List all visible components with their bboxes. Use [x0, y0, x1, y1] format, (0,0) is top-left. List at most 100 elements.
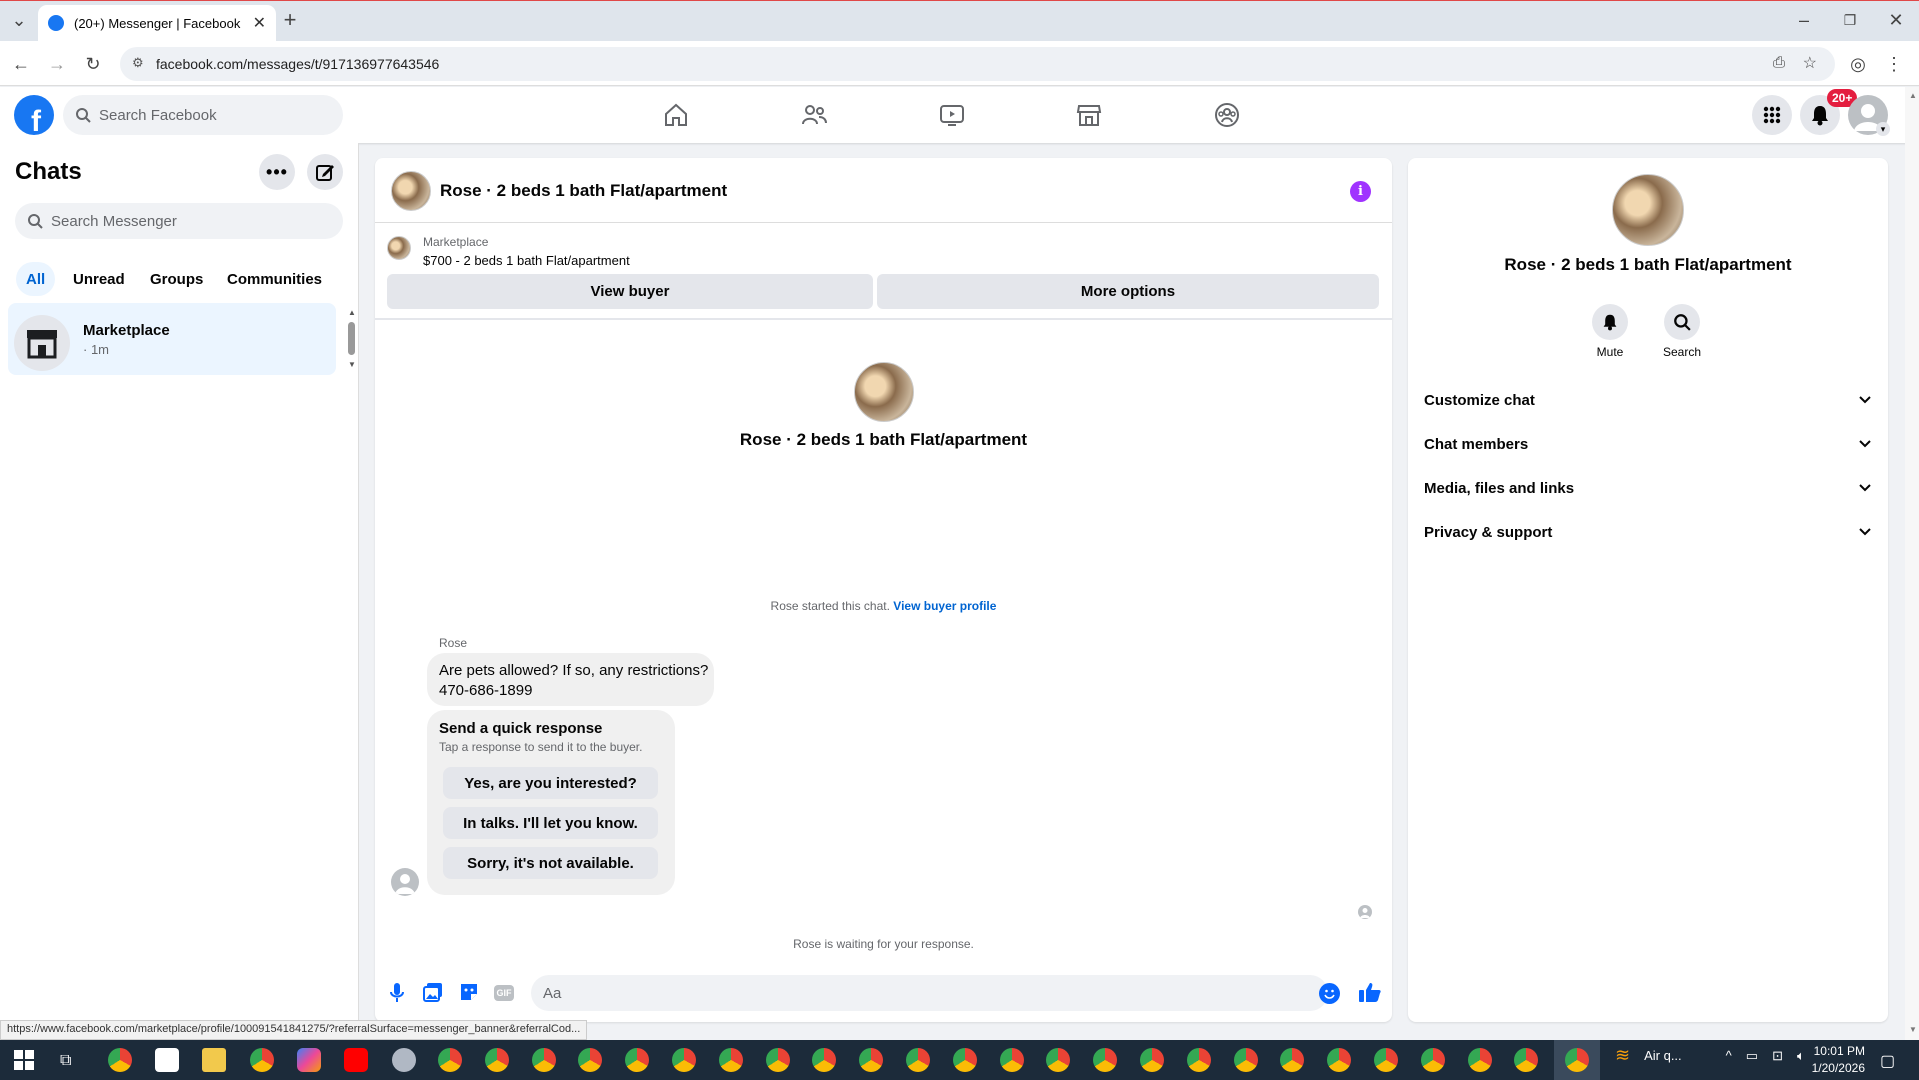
network-icon[interactable]: ⊡ [1772, 1048, 1783, 1064]
friends-nav-icon[interactable] [797, 98, 831, 132]
chrome-window-icon[interactable] [952, 1048, 977, 1072]
quick-response-option[interactable]: Sorry, it's not available. [443, 847, 658, 879]
info-icon[interactable]: i [1350, 181, 1371, 202]
window-close-icon[interactable]: ✕ [1882, 6, 1910, 34]
video-nav-icon[interactable] [935, 98, 969, 132]
chrome-window-icon[interactable] [718, 1048, 743, 1072]
notification-center-icon[interactable]: ▢ [1880, 1051, 1895, 1071]
chrome-window-icon[interactable] [1467, 1048, 1492, 1072]
chrome-window-icon[interactable] [484, 1048, 509, 1072]
chrome-window-icon[interactable] [1093, 1048, 1118, 1072]
air-quality-icon[interactable]: ≋ [1615, 1045, 1630, 1066]
store-taskbar-icon[interactable] [155, 1048, 179, 1072]
listing-photo[interactable] [391, 171, 431, 211]
chrome-taskbar-icon[interactable] [108, 1048, 132, 1072]
tab-close-icon[interactable]: ✕ [253, 13, 266, 33]
customize-chat-row[interactable]: Customize chat [1424, 380, 1872, 420]
chat-options-button[interactable]: ••• [259, 154, 295, 190]
listing-summary[interactable]: $700 - 2 beds 1 bath Flat/apartment [423, 253, 630, 268]
facebook-logo[interactable]: f [14, 95, 54, 135]
windows-start-icon[interactable] [14, 1050, 34, 1070]
menu-grid-button[interactable] [1752, 95, 1792, 135]
install-app-icon[interactable]: ⎙ [1773, 54, 1785, 71]
address-bar[interactable]: ⚙ facebook.com/messages/t/91713697764354… [120, 47, 1835, 81]
task-view-icon[interactable]: ⧉ [60, 1052, 71, 1070]
mute-button[interactable] [1592, 304, 1628, 340]
groups-nav-icon[interactable] [1210, 98, 1244, 132]
quick-response-option[interactable]: In talks. I'll let you know. [443, 807, 658, 839]
sender-avatar[interactable] [391, 868, 419, 896]
page-scrollbar[interactable]: ▲ ▼ [1905, 87, 1919, 1040]
marketplace-nav-icon[interactable] [1072, 98, 1106, 132]
new-message-button[interactable] [307, 154, 343, 190]
chrome-window-icon[interactable] [812, 1048, 837, 1072]
chrome-profile-icon[interactable] [250, 1048, 274, 1072]
reload-icon[interactable]: ↻ [79, 50, 107, 78]
forward-icon[interactable]: → [43, 50, 71, 78]
media-files-links-row[interactable]: Media, files and links [1424, 468, 1872, 508]
sidebar-scrollbar[interactable] [348, 322, 355, 355]
browser-menu-icon[interactable]: ⋮ [1880, 50, 1908, 78]
copilot-icon[interactable] [297, 1048, 321, 1072]
chrome-window-icon[interactable] [859, 1048, 884, 1072]
youtube-icon[interactable] [344, 1048, 368, 1072]
emoji-icon[interactable] [1319, 983, 1340, 1004]
more-options-button[interactable]: More options [877, 274, 1379, 309]
tab-search-icon[interactable]: ⌄ [5, 6, 33, 34]
account-chevron-icon[interactable]: ▾ [1876, 122, 1890, 136]
app-taskbar-icon[interactable] [392, 1048, 416, 1072]
chrome-window-icon[interactable] [1420, 1048, 1445, 1072]
bookmark-star-icon[interactable]: ☆ [1803, 53, 1817, 73]
chrome-window-icon[interactable] [625, 1048, 650, 1072]
chrome-window-icon[interactable] [1280, 1048, 1305, 1072]
chrome-window-icon[interactable] [1514, 1048, 1539, 1072]
browser-tab[interactable]: (20+) Messenger | Facebook ✕ [38, 5, 276, 41]
chat-members-row[interactable]: Chat members [1424, 424, 1872, 464]
filter-groups[interactable]: Groups [140, 262, 213, 296]
chrome-window-icon[interactable] [438, 1048, 462, 1072]
chrome-window-icon[interactable] [578, 1048, 603, 1072]
filter-unread[interactable]: Unread [63, 262, 135, 296]
chrome-window-icon[interactable] [531, 1048, 556, 1072]
photo-attach-icon[interactable] [423, 982, 443, 1002]
file-explorer-icon[interactable] [202, 1048, 226, 1072]
microphone-icon[interactable] [388, 982, 406, 1004]
meet-now-icon[interactable]: ▭ [1746, 1048, 1758, 1064]
scroll-up-icon[interactable]: ▲ [348, 308, 356, 317]
chrome-window-icon[interactable] [1374, 1048, 1398, 1072]
chrome-window-icon[interactable] [765, 1048, 790, 1072]
facebook-search-input[interactable]: Search Facebook [63, 95, 343, 135]
page-scroll-up-icon[interactable]: ▲ [1909, 91, 1917, 100]
intro-photo[interactable] [854, 362, 914, 422]
weather-text[interactable]: Air q... [1644, 1048, 1682, 1063]
view-buyer-profile-link[interactable]: View buyer profile [893, 599, 996, 613]
minimize-icon[interactable]: – [1790, 6, 1818, 34]
restore-icon[interactable]: ❐ [1836, 6, 1864, 34]
quick-response-option[interactable]: Yes, are you interested? [443, 767, 658, 799]
gif-icon[interactable]: GIF [494, 985, 514, 1001]
page-scroll-down-icon[interactable]: ▼ [1909, 1025, 1917, 1034]
thumbs-up-icon[interactable] [1358, 981, 1382, 1003]
details-photo[interactable] [1612, 174, 1684, 246]
profile-icon[interactable]: ◎ [1844, 50, 1872, 78]
home-nav-icon[interactable] [659, 98, 693, 132]
chrome-window-icon[interactable] [1186, 1048, 1211, 1072]
scroll-down-icon[interactable]: ▼ [348, 360, 356, 369]
new-tab-icon[interactable]: + [276, 6, 304, 34]
view-buyer-button[interactable]: View buyer [387, 274, 873, 309]
chrome-window-icon[interactable] [1046, 1048, 1071, 1072]
chrome-active-icon[interactable] [1565, 1048, 1589, 1072]
chrome-window-icon[interactable] [999, 1048, 1024, 1072]
message-bubble[interactable]: Are pets allowed? If so, any restriction… [427, 653, 714, 706]
chrome-window-icon[interactable] [1233, 1048, 1258, 1072]
conversation-title[interactable]: Rose · 2 beds 1 bath Flat/apartment [440, 181, 727, 201]
privacy-support-row[interactable]: Privacy & support [1424, 512, 1872, 552]
search-conversation-button[interactable] [1664, 304, 1700, 340]
filter-communities[interactable]: Communities [217, 262, 332, 296]
message-input[interactable]: Aa [531, 975, 1328, 1011]
site-info-icon[interactable]: ⚙ [132, 55, 144, 71]
messenger-search-input[interactable]: Search Messenger [15, 203, 343, 239]
chrome-window-icon[interactable] [672, 1048, 696, 1072]
chrome-window-icon[interactable] [1140, 1048, 1164, 1072]
chrome-window-icon[interactable] [1327, 1048, 1352, 1072]
